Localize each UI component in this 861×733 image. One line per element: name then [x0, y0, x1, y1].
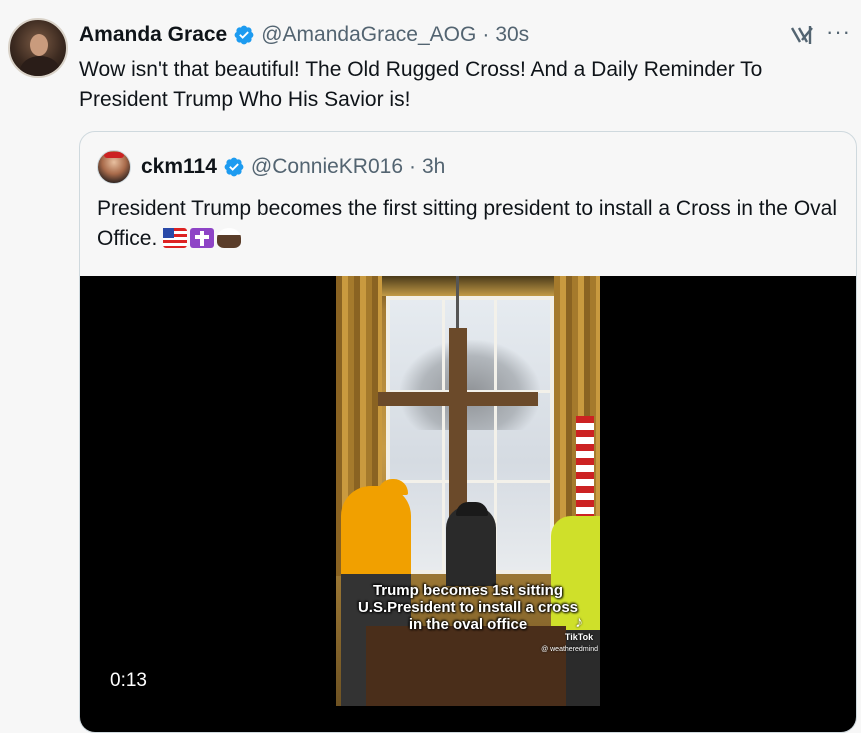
avatar-face — [30, 34, 48, 56]
avatar-body — [20, 56, 60, 76]
quoted-tweet-header: ckm114 @ConnieKR016 · 3h — [97, 150, 445, 184]
window-mullion — [390, 480, 550, 483]
author-handle[interactable]: @AmandaGrace_AOG — [261, 23, 476, 47]
tiktok-credit: @ weatheredmind — [541, 646, 598, 653]
grok-icon[interactable] — [788, 22, 816, 48]
video-duration: 0:13 — [110, 670, 147, 691]
tiktok-watermark: ♪ TikTok — [564, 614, 594, 642]
worker-helmet — [456, 502, 488, 516]
seated-worker — [446, 506, 496, 586]
video-player[interactable]: Trump becomes 1st sitting U.S.President … — [80, 276, 856, 732]
video-frame: Trump becomes 1st sitting U.S.President … — [336, 276, 600, 706]
tree-silhouette — [400, 340, 540, 430]
quoted-author-handle[interactable]: @ConnieKR016 — [251, 155, 403, 179]
quoted-header-separator: · — [409, 155, 416, 178]
quoted-author-avatar[interactable] — [97, 150, 131, 184]
american-flag — [576, 416, 594, 516]
quoted-tweet-card[interactable]: ckm114 @ConnieKR016 · 3h President Trump… — [79, 131, 857, 733]
tiktok-icon: ♪ — [575, 614, 583, 631]
more-options-icon[interactable]: ··· — [826, 21, 854, 48]
window-mullion — [442, 300, 445, 570]
resolute-desk — [366, 626, 566, 706]
video-caption: Trump becomes 1st sitting U.S.President … — [357, 582, 579, 633]
tweet-timestamp[interactable]: 30s — [495, 23, 529, 47]
quoted-tweet-text-block: President Trump becomes the first sittin… — [97, 194, 847, 254]
verified-badge-icon[interactable] — [233, 24, 255, 46]
hanging-chain — [456, 276, 459, 330]
author-avatar[interactable] — [8, 18, 68, 78]
tweet-header: Amanda Grace @AmandaGrace_AOG · 30s — [79, 21, 529, 49]
wooden-cross-horizontal — [378, 392, 538, 406]
quoted-verified-badge-icon[interactable] — [223, 156, 245, 178]
us-flag-emoji — [163, 228, 188, 248]
author-display-name[interactable]: Amanda Grace — [79, 23, 227, 47]
header-separator: · — [482, 23, 490, 46]
tiktok-label: TikTok — [564, 632, 594, 642]
quoted-author-display-name[interactable]: ckm114 — [141, 155, 217, 179]
tweet-text: Wow isn't that beautiful! The Old Rugged… — [79, 58, 763, 111]
eagle-emoji — [217, 228, 242, 248]
latin-cross-emoji — [190, 228, 215, 248]
quoted-tweet-timestamp[interactable]: 3h — [422, 155, 445, 179]
